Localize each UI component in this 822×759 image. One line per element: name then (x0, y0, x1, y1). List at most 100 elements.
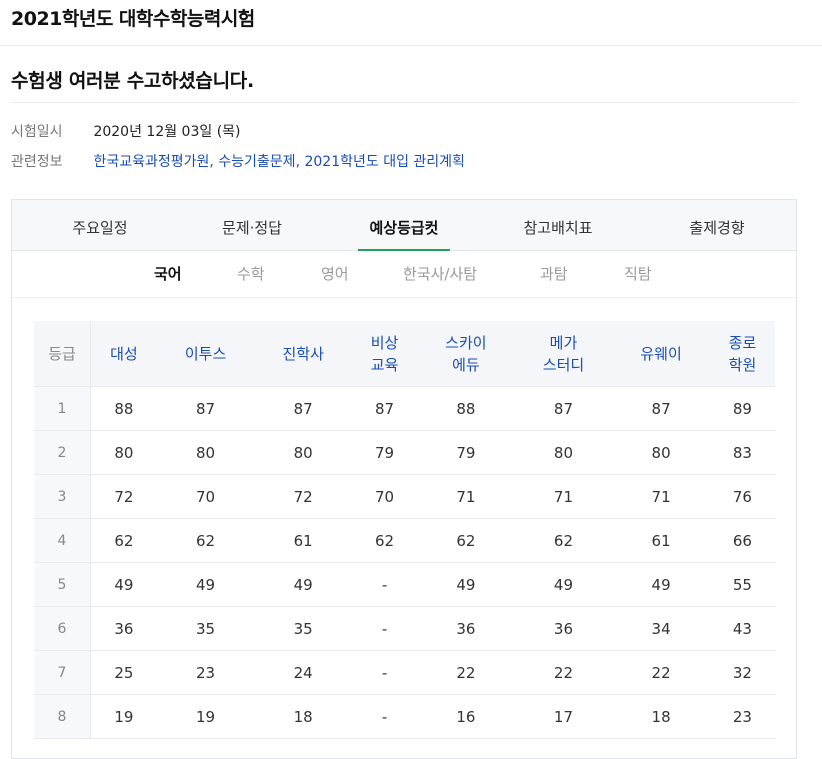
score-cell: 80 (612, 430, 710, 475)
column-header-text: 종로 (728, 333, 757, 352)
table-row: 3 72 70 72 70 71 71 71 76 (34, 474, 775, 519)
headline: 수험생 여러분 수고하셨습니다. (11, 70, 254, 92)
score-cell: 88 (90, 386, 157, 431)
score-cell: 87 (156, 386, 255, 431)
grade-column-header: 등급 (34, 321, 91, 387)
score-cell: 18 (254, 694, 352, 739)
score-cell: 23 (709, 694, 775, 739)
column-header-2: 이투스 (156, 321, 255, 387)
subtab-history-social[interactable]: 한국사/사탐 (403, 251, 477, 297)
score-cell: 87 (254, 386, 352, 431)
score-cell: 22 (514, 650, 613, 695)
exam-info-card: 주요일정 문제·정답 예상등급컷 참고배치표 출제경향 국어 수학 영어 한국사… (11, 199, 797, 759)
related-info-label: 관련정보 (11, 154, 63, 170)
column-header-5: 스카이에듀 (417, 321, 515, 387)
score-cell: 80 (90, 430, 157, 475)
score-cell: 71 (417, 474, 515, 519)
table-row: 6 36 35 35-36 36 34 43 (34, 606, 775, 651)
score-cell: 87 (612, 386, 710, 431)
score-cell: 79 (417, 430, 515, 475)
column-header-text: 유웨이 (640, 344, 682, 363)
score-cell: 49 (612, 562, 710, 607)
link-past-exams[interactable]: 수능기출문제 (218, 154, 295, 170)
grade-cell: 2 (34, 430, 91, 475)
score-cell: 22 (612, 650, 710, 695)
score-cell: 49 (417, 562, 515, 607)
subtab-science[interactable]: 과탐 (540, 251, 568, 297)
grade-cell: 1 (34, 386, 91, 431)
tab-exam-trends[interactable]: 출제경향 (657, 200, 777, 250)
column-header-text: 진학사 (282, 344, 324, 363)
score-cell: 66 (709, 518, 775, 563)
score-cell: 89 (709, 386, 775, 431)
table-row: 5 49 49 49-49 49 49 55 (34, 562, 775, 607)
grade-cell: 5 (34, 562, 91, 607)
score-cell: 80 (514, 430, 613, 475)
column-header-text: 스카이 (445, 333, 487, 352)
score-cell: 22 (417, 650, 515, 695)
exam-title: 2021학년도 대학수학능력시험 (11, 8, 255, 30)
score-cell: 36 (417, 606, 515, 651)
score-cell: 88 (417, 386, 515, 431)
column-header-text: 비상 (370, 333, 399, 352)
score-cell: 16 (417, 694, 515, 739)
score-cell: 49 (514, 562, 613, 607)
score-cell: 80 (156, 430, 255, 475)
link-kice[interactable]: 한국교육과정평가원 (93, 154, 209, 170)
link-admission-plan[interactable]: 2021학년도 대입 관리계획 (304, 154, 464, 170)
grade-cell: 7 (34, 650, 91, 695)
exam-date-label: 시험일시 (11, 124, 63, 140)
score-cell: 62 (351, 518, 418, 563)
column-header-8: 종로학원 (709, 321, 775, 387)
tab-placement-table[interactable]: 참고배치표 (498, 200, 618, 250)
score-cell: - (351, 606, 418, 651)
grade-cell: 4 (34, 518, 91, 563)
main-tabs: 주요일정 문제·정답 예상등급컷 참고배치표 출제경향 (12, 200, 796, 251)
table-row: 2 80 80 80 79 79 80 80 83 (34, 430, 775, 475)
score-cell: 19 (90, 694, 157, 739)
column-header-text: 학원 (728, 355, 757, 374)
score-cell: 72 (90, 474, 157, 519)
score-cell: 17 (514, 694, 613, 739)
table-header-row: 등급 대성 이투스 진학사 비상 교육 스카이 에듀 메가 스터디 유웨이 종로 학원 (34, 321, 775, 387)
score-cell: 55 (709, 562, 775, 607)
score-cell: 25 (90, 650, 157, 695)
score-cell: 18 (612, 694, 710, 739)
score-cell: - (351, 694, 418, 739)
column-header-text: 에듀 (452, 355, 480, 374)
subtab-math[interactable]: 수학 (237, 251, 265, 297)
column-header-text: 메가 (549, 333, 578, 352)
column-header-6: 메가 스터디 (514, 321, 613, 387)
exam-date-value: 2020년 12월 03일 (목) (93, 124, 241, 140)
subtab-vocational[interactable]: 직탐 (624, 251, 652, 297)
table-row: 1 88 87 87 87 88 87 87 89 (34, 386, 775, 431)
tab-questions-answers[interactable]: 문제·정답 (192, 200, 312, 250)
column-header-text: 교육 (370, 355, 399, 374)
score-cell: 80 (254, 430, 352, 475)
subtab-korean[interactable]: 국어 (154, 251, 182, 297)
subject-tabs: 국어 수학 영어 한국사/사탐 과탐 직탐 (12, 251, 796, 298)
score-cell: 71 (612, 474, 710, 519)
score-cell: 35 (254, 606, 352, 651)
tab-schedule[interactable]: 주요일정 (40, 200, 160, 250)
score-cell: 49 (90, 562, 157, 607)
subtab-english[interactable]: 영어 (321, 251, 349, 297)
score-cell: 79 (351, 430, 418, 475)
score-cell: 70 (351, 474, 418, 519)
grade-cut-table: 등급 대성 이투스 진학사 비상 교육 스카이 에듀 메가 스터디 유웨이 종로 학원 1 88 87 87… (34, 321, 775, 739)
score-cell: 19 (156, 694, 255, 739)
score-cell: 61 (254, 518, 352, 563)
score-cell: 62 (156, 518, 255, 563)
score-cell: - (351, 562, 418, 607)
score-cell: 49 (156, 562, 255, 607)
column-header-7: 유웨이 (612, 321, 710, 387)
column-header-text: 이투스 (184, 344, 227, 363)
score-cell: 49 (254, 562, 352, 607)
column-header-3: 진학사 (254, 321, 352, 387)
score-cell: 36 (90, 606, 157, 651)
score-cell: 32 (709, 650, 775, 695)
score-cell: - (351, 650, 418, 695)
column-header-4: 비상교육 (351, 321, 418, 387)
tab-grade-cut[interactable]: 예상등급컷 (358, 200, 450, 251)
score-cell: 36 (514, 606, 613, 651)
